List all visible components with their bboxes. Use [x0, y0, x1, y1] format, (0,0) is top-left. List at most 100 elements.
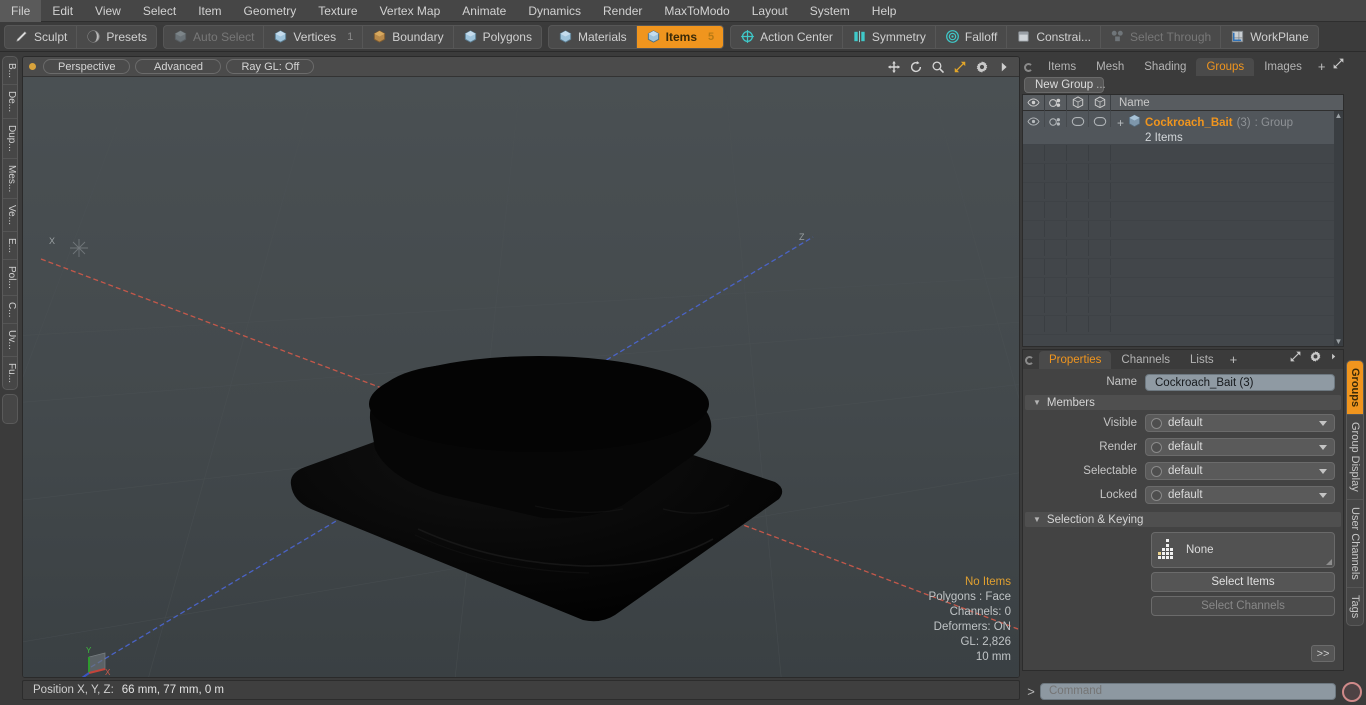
row-visibility-toggle[interactable]: [1023, 111, 1045, 127]
expand-icon[interactable]: [1289, 350, 1302, 366]
selectable-knob-icon[interactable]: [1151, 465, 1162, 477]
rotate-icon[interactable]: [909, 60, 923, 74]
menu-item-system[interactable]: System: [799, 0, 861, 22]
visible-dropdown[interactable]: default: [1145, 414, 1335, 432]
properties-tab-add-button[interactable]: +: [1224, 351, 1244, 369]
sculpt-button[interactable]: Sculpt: [5, 26, 76, 48]
select-channels-button[interactable]: Select Channels: [1151, 596, 1335, 616]
list-item[interactable]: [1023, 202, 1343, 221]
group-list[interactable]: Name + Cockroach_Bait (3): Group 2 Item…: [1022, 94, 1344, 347]
members-section-header[interactable]: ▼ Members: [1025, 395, 1341, 410]
left-tab-fusion[interactable]: Fu...: [3, 356, 17, 389]
workplane-button[interactable]: WorkPlane: [1220, 25, 1317, 48]
row-shaded-toggle[interactable]: [1089, 111, 1111, 127]
viewport-projection-selector[interactable]: Perspective: [43, 59, 131, 74]
constraint-button[interactable]: Constrai...: [1006, 25, 1100, 48]
resize-handle[interactable]: [1326, 559, 1332, 565]
viewport-canvas[interactable]: X Z Y X No Items Polygons: Face Channel…: [23, 77, 1019, 677]
column-render[interactable]: [1045, 95, 1067, 111]
column-shaded[interactable]: [1089, 95, 1111, 111]
viewport-raygl-selector[interactable]: Ray GL: Off: [226, 59, 315, 74]
viewport-menu-dot[interactable]: [29, 63, 36, 70]
right-tab-user-channels[interactable]: User Channels: [1347, 498, 1363, 587]
left-tab-uv[interactable]: Uv...: [3, 323, 17, 356]
row-wireframe-toggle[interactable]: [1067, 111, 1089, 127]
menu-item-texture[interactable]: Texture: [307, 0, 368, 22]
tab-add-button[interactable]: +: [1312, 58, 1332, 76]
selectable-dropdown[interactable]: default: [1145, 462, 1335, 480]
menu-item-file[interactable]: File: [0, 0, 42, 22]
tab-images[interactable]: Images: [1254, 58, 1312, 76]
menu-item-select[interactable]: Select: [132, 0, 187, 22]
presets-button[interactable]: Presets: [76, 25, 156, 48]
select-through-button[interactable]: Select Through: [1100, 25, 1220, 48]
group-list-scrollbar[interactable]: ▲ ▼: [1334, 111, 1343, 346]
items-button[interactable]: Items 5: [635, 25, 724, 48]
move-icon[interactable]: [887, 60, 901, 74]
scroll-down-arrow[interactable]: ▼: [1334, 337, 1343, 346]
vertices-button[interactable]: Vertices 1: [263, 25, 362, 48]
scroll-up-arrow[interactable]: ▲: [1334, 111, 1343, 120]
expand-more-button[interactable]: >>: [1311, 645, 1335, 662]
left-tab-mesh[interactable]: Mes...: [3, 157, 17, 198]
tab-properties[interactable]: Properties: [1039, 351, 1112, 369]
name-input[interactable]: Cockroach_Bait (3): [1145, 373, 1335, 391]
viewport-shading-selector[interactable]: Advanced: [135, 59, 222, 74]
left-tab-vertex[interactable]: Ve...: [3, 198, 17, 231]
zoom-icon[interactable]: [931, 60, 945, 74]
menu-item-item[interactable]: Item: [187, 0, 232, 22]
tab-items[interactable]: Items: [1038, 58, 1086, 76]
boundary-button[interactable]: Boundary: [362, 25, 452, 48]
tab-channels[interactable]: Channels: [1111, 351, 1180, 369]
menu-item-help[interactable]: Help: [861, 0, 908, 22]
menu-item-render[interactable]: Render: [592, 0, 653, 22]
materials-button[interactable]: Materials: [549, 26, 636, 48]
list-item[interactable]: [1023, 183, 1343, 202]
right-tab-group-display[interactable]: Group Display: [1347, 414, 1363, 499]
left-tab-deform[interactable]: De...: [3, 84, 17, 118]
left-tab-group-extra[interactable]: [2, 394, 18, 425]
list-item[interactable]: [1023, 145, 1343, 164]
left-tab-edge[interactable]: E...: [3, 231, 17, 259]
action-center-button[interactable]: Action Center: [731, 26, 842, 48]
left-tab-basic[interactable]: B...: [3, 57, 17, 84]
row-render-toggle[interactable]: [1045, 111, 1067, 127]
command-input[interactable]: [1040, 683, 1336, 700]
menu-item-vertex-map[interactable]: Vertex Map: [369, 0, 452, 22]
left-tab-duplicate[interactable]: Dup...: [3, 118, 17, 158]
new-group-button[interactable]: New Group: [1024, 77, 1105, 93]
render-knob-icon[interactable]: [1151, 441, 1162, 453]
menu-item-animate[interactable]: Animate: [451, 0, 517, 22]
properties-menu-dot[interactable]: [1025, 356, 1034, 365]
locked-knob-icon[interactable]: [1151, 489, 1162, 501]
menu-item-layout[interactable]: Layout: [741, 0, 799, 22]
list-item[interactable]: [1023, 316, 1343, 335]
right-tab-groups[interactable]: Groups: [1347, 361, 1363, 415]
column-wireframe[interactable]: [1067, 95, 1089, 111]
viewport-3d[interactable]: Perspective Advanced Ray GL: Off X Z Y X…: [22, 56, 1020, 678]
tab-groups[interactable]: Groups: [1196, 58, 1255, 76]
render-dropdown[interactable]: default: [1145, 438, 1335, 456]
falloff-button[interactable]: Falloff: [934, 25, 1006, 48]
selection-keying-section-header[interactable]: ▼ Selection & Keying: [1025, 512, 1341, 527]
expand-icon[interactable]: [1332, 57, 1345, 73]
gear-icon[interactable]: [975, 60, 989, 74]
visible-knob-icon[interactable]: [1151, 417, 1162, 429]
list-item[interactable]: [1023, 297, 1343, 316]
tab-shading[interactable]: Shading: [1134, 58, 1196, 76]
tab-lists[interactable]: Lists: [1180, 351, 1224, 369]
tab-mesh[interactable]: Mesh ...: [1086, 58, 1134, 91]
column-visibility[interactable]: [1023, 95, 1045, 111]
left-tab-polygon[interactable]: Pol...: [3, 259, 17, 295]
menu-item-maxtomodo[interactable]: MaxToModo: [653, 0, 740, 22]
chevron-right-icon[interactable]: [997, 60, 1011, 74]
record-icon[interactable]: [1342, 681, 1362, 702]
symmetry-button[interactable]: Symmetry: [841, 25, 935, 48]
menu-item-view[interactable]: View: [84, 0, 132, 22]
chevron-right-icon[interactable]: [1329, 351, 1338, 365]
menu-item-edit[interactable]: Edit: [41, 0, 84, 22]
list-item[interactable]: [1023, 164, 1343, 183]
polygons-button[interactable]: Polygons: [452, 25, 541, 48]
list-item[interactable]: [1023, 278, 1343, 297]
fit-icon[interactable]: [953, 60, 967, 74]
